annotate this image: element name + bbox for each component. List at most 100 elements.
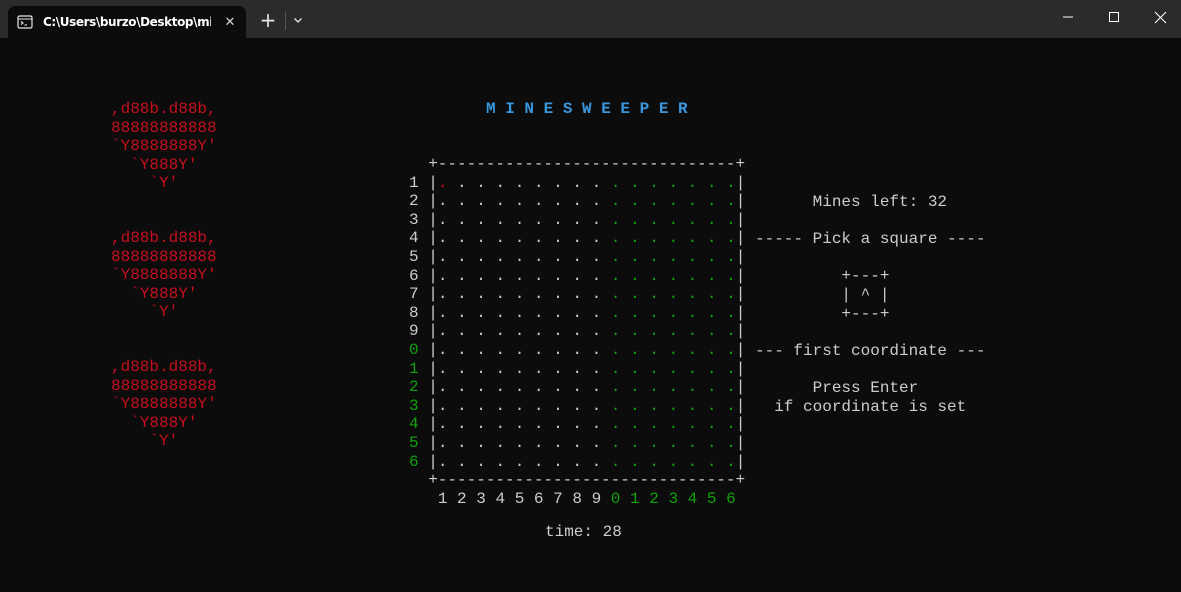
board-cell-selected[interactable]: . <box>438 174 448 192</box>
board-cell[interactable]: . <box>476 378 486 396</box>
board-cell[interactable]: . <box>572 434 582 452</box>
board-cell[interactable]: . <box>495 378 505 396</box>
board-cell[interactable]: . <box>572 341 582 359</box>
board-cell[interactable]: . <box>726 322 736 340</box>
board-cell[interactable]: . <box>668 360 678 378</box>
new-tab-button[interactable]: + <box>255 7 281 33</box>
board-cell[interactable]: . <box>668 322 678 340</box>
board-cell[interactable]: . <box>553 304 563 322</box>
board-cell[interactable]: . <box>457 397 467 415</box>
board-cell[interactable]: . <box>438 397 448 415</box>
board-cell[interactable]: . <box>649 267 659 285</box>
board-cell[interactable]: . <box>515 285 525 303</box>
board-cell[interactable]: . <box>476 248 486 266</box>
board-cell[interactable]: . <box>611 229 621 247</box>
board-cell[interactable]: . <box>688 378 698 396</box>
board-cell[interactable]: . <box>553 267 563 285</box>
board-cell[interactable]: . <box>572 229 582 247</box>
board-cell[interactable]: . <box>592 267 602 285</box>
board-cell[interactable]: . <box>476 267 486 285</box>
board-cell[interactable]: . <box>592 378 602 396</box>
board-cell[interactable]: . <box>630 453 640 471</box>
board-cell[interactable]: . <box>726 248 736 266</box>
board-cell[interactable]: . <box>688 192 698 210</box>
board-cell[interactable]: . <box>592 415 602 433</box>
board-cell[interactable]: . <box>688 397 698 415</box>
board-cell[interactable]: . <box>515 415 525 433</box>
board-cell[interactable]: . <box>572 378 582 396</box>
board-cell[interactable]: . <box>476 415 486 433</box>
board-cell[interactable]: . <box>688 248 698 266</box>
board-cell[interactable]: . <box>515 248 525 266</box>
board-cell[interactable]: . <box>495 341 505 359</box>
board-cell[interactable]: . <box>476 341 486 359</box>
board-cell[interactable]: . <box>611 192 621 210</box>
chevron-down-icon[interactable] <box>287 8 309 32</box>
board-cell[interactable]: . <box>649 397 659 415</box>
board-cell[interactable]: . <box>457 322 467 340</box>
board-cell[interactable]: . <box>649 378 659 396</box>
board-cell[interactable]: . <box>438 192 448 210</box>
board-cell[interactable]: . <box>630 341 640 359</box>
board-cell[interactable]: . <box>611 211 621 229</box>
board-cell[interactable]: . <box>572 415 582 433</box>
board-cell[interactable]: . <box>630 322 640 340</box>
board-cell[interactable]: . <box>476 285 486 303</box>
board-cell[interactable]: . <box>726 397 736 415</box>
board-cell[interactable]: . <box>611 248 621 266</box>
board-cell[interactable]: . <box>688 267 698 285</box>
board-cell[interactable]: . <box>630 434 640 452</box>
board-cell[interactable]: . <box>649 453 659 471</box>
board-cell[interactable]: . <box>457 304 467 322</box>
board-cell[interactable]: . <box>726 304 736 322</box>
board-cell[interactable]: . <box>534 341 544 359</box>
board-cell[interactable]: . <box>630 229 640 247</box>
board-cell[interactable]: . <box>668 211 678 229</box>
board-cell[interactable]: . <box>438 360 448 378</box>
board-cell[interactable]: . <box>630 211 640 229</box>
board-cell[interactable]: . <box>726 211 736 229</box>
board-cell[interactable]: . <box>534 322 544 340</box>
board-cell[interactable]: . <box>688 360 698 378</box>
board-cell[interactable]: . <box>495 192 505 210</box>
maximize-button[interactable] <box>1091 0 1137 34</box>
board-cell[interactable]: . <box>611 341 621 359</box>
board-cell[interactable]: . <box>726 378 736 396</box>
minesweeper-board[interactable]: +-------------------------------+ 1 |. .… <box>409 155 745 508</box>
board-cell[interactable]: . <box>457 415 467 433</box>
board-cell[interactable]: . <box>457 360 467 378</box>
board-cell[interactable]: . <box>553 211 563 229</box>
board-cell[interactable]: . <box>553 322 563 340</box>
board-cell[interactable]: . <box>649 341 659 359</box>
board-cell[interactable]: . <box>572 285 582 303</box>
board-cell[interactable]: . <box>649 285 659 303</box>
board-cell[interactable]: . <box>495 285 505 303</box>
board-cell[interactable]: . <box>592 434 602 452</box>
board-cell[interactable]: . <box>592 192 602 210</box>
board-cell[interactable]: . <box>534 397 544 415</box>
board-cell[interactable]: . <box>457 285 467 303</box>
board-cell[interactable]: . <box>476 174 486 192</box>
board-cell[interactable]: . <box>668 229 678 247</box>
board-cell[interactable]: . <box>668 248 678 266</box>
board-cell[interactable]: . <box>611 397 621 415</box>
board-cell[interactable]: . <box>572 322 582 340</box>
close-window-button[interactable] <box>1137 0 1181 34</box>
board-cell[interactable]: . <box>495 174 505 192</box>
board-cell[interactable]: . <box>534 267 544 285</box>
board-cell[interactable]: . <box>630 192 640 210</box>
board-cell[interactable]: . <box>611 304 621 322</box>
board-cell[interactable]: . <box>592 304 602 322</box>
board-cell[interactable]: . <box>726 434 736 452</box>
board-cell[interactable]: . <box>515 453 525 471</box>
board-cell[interactable]: . <box>726 360 736 378</box>
board-cell[interactable]: . <box>495 434 505 452</box>
board-cell[interactable]: . <box>457 267 467 285</box>
board-cell[interactable]: . <box>515 267 525 285</box>
board-cell[interactable]: . <box>572 267 582 285</box>
board-cell[interactable]: . <box>495 453 505 471</box>
board-cell[interactable]: . <box>515 192 525 210</box>
board-cell[interactable]: . <box>668 415 678 433</box>
board-cell[interactable]: . <box>438 378 448 396</box>
board-cell[interactable]: . <box>572 360 582 378</box>
